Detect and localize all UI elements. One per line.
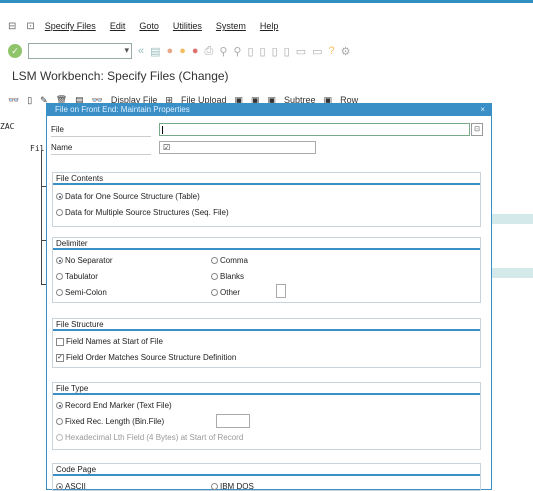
menu-help[interactable]: Help xyxy=(260,21,279,31)
radio-button[interactable] xyxy=(211,289,218,296)
radio-one-source-structure[interactable]: Data for One Source Structure (Table) xyxy=(56,192,200,201)
menu-system[interactable]: System xyxy=(216,21,246,31)
new-session-icon[interactable]: ▭ xyxy=(296,45,306,58)
settings-icon[interactable]: ⚙ xyxy=(341,45,351,58)
radio-button-selected[interactable] xyxy=(56,193,63,200)
window-top-border xyxy=(0,0,533,3)
radio-button[interactable] xyxy=(56,418,63,425)
screen-title: LSM Workbench: Specify Files (Change) xyxy=(12,69,229,83)
file-properties-dialog: File on Front End: Maintain Properties ×… xyxy=(46,103,492,491)
glasses-icon[interactable]: 👓 xyxy=(8,95,19,106)
radio-no-separator[interactable]: No Separator xyxy=(56,256,113,265)
enter-check-icon[interactable]: ✓ xyxy=(8,44,22,58)
save-icon[interactable]: ▤ xyxy=(150,45,160,58)
radio-button-disabled[interactable] xyxy=(56,434,63,441)
radio-button[interactable] xyxy=(56,209,63,216)
checkbox-field-names-at-start[interactable]: Field Names at Start of File xyxy=(56,337,163,346)
radio-blanks[interactable]: Blanks xyxy=(211,272,244,281)
radio-button[interactable] xyxy=(211,273,218,280)
standard-toolbar: ✓ ▾ « ▤ ● ● ● ⎙ ⚲ ⚲ ▯ ▯ ▯ ▯ ▭ ▭ ? ⚙ xyxy=(0,40,533,62)
name-label: Name xyxy=(51,141,151,155)
checkbox-checked[interactable]: ✓ xyxy=(56,353,64,362)
radio-multiple-source-structures[interactable]: Data for Multiple Source Structures (Seq… xyxy=(56,208,229,217)
radio-button[interactable] xyxy=(211,483,218,490)
file-structure-header: File Structure xyxy=(53,319,480,331)
back-double-arrow-icon[interactable]: « xyxy=(138,45,144,57)
file-type-header: File Type xyxy=(53,383,480,395)
cancel-icon[interactable]: ● xyxy=(192,45,199,57)
help-icon[interactable]: ? xyxy=(329,45,335,57)
chevron-down-icon: ▾ xyxy=(124,45,129,55)
next-page-icon[interactable]: ▯ xyxy=(272,45,278,58)
file-browse-icon[interactable]: ⊡ xyxy=(471,123,483,136)
name-field-row: Name xyxy=(51,141,151,155)
delimiter-group: Delimiter xyxy=(52,237,481,303)
radio-other[interactable]: Other xyxy=(211,288,240,297)
dialog-titlebar: File on Front End: Maintain Properties × xyxy=(47,104,491,116)
delimiter-header: Delimiter xyxy=(53,238,480,250)
radio-button-selected[interactable] xyxy=(56,483,63,490)
background-tree-root: ZAC xyxy=(0,122,15,131)
exit-circle-icon[interactable]: ● xyxy=(179,45,186,57)
file-label: File xyxy=(51,123,151,137)
find-icon[interactable]: ⚲ xyxy=(219,45,227,58)
close-icon[interactable]: × xyxy=(480,104,485,116)
other-delimiter-input[interactable] xyxy=(276,284,286,298)
dialog-title: File on Front End: Maintain Properties xyxy=(55,105,190,114)
previous-page-icon[interactable]: ▯ xyxy=(260,45,266,58)
menu-edit[interactable]: Edit xyxy=(110,21,126,31)
checkbox-field-order-matches[interactable]: ✓ Field Order Matches Source Structure De… xyxy=(56,353,236,362)
find-next-icon[interactable]: ⚲ xyxy=(233,45,241,58)
menu-goto[interactable]: Goto xyxy=(139,21,159,31)
menu-specify-files[interactable]: Specify Files xyxy=(45,21,96,31)
radio-hexadecimal-length[interactable]: Hexadecimal Lth Field (4 Bytes) at Start… xyxy=(56,433,243,442)
radio-tabulator[interactable]: Tabulator xyxy=(56,272,98,281)
new-document-icon[interactable]: ▯ xyxy=(27,95,32,106)
radio-button-selected[interactable] xyxy=(56,402,63,409)
exit-icon[interactable]: ⊟ xyxy=(8,21,16,32)
file-contents-header: File Contents xyxy=(53,173,480,185)
file-input[interactable] xyxy=(159,123,470,136)
radio-button[interactable] xyxy=(56,273,63,280)
radio-fixed-rec-length[interactable]: Fixed Rec. Length (Bin.File) xyxy=(56,417,164,426)
radio-record-end-marker[interactable]: Record End Marker (Text File) xyxy=(56,401,172,410)
file-field-row: File xyxy=(51,123,151,137)
radio-semi-colon[interactable]: Semi-Colon xyxy=(56,288,107,297)
command-field[interactable]: ▾ xyxy=(28,43,132,59)
last-page-icon[interactable]: ▯ xyxy=(284,45,290,58)
back-icon[interactable]: ● xyxy=(167,45,174,57)
menu-icon[interactable]: ⊡ xyxy=(26,21,34,32)
menu-bar: ⊟ ⊡ Specify Files Edit Goto Utilities Sy… xyxy=(0,16,533,36)
radio-button[interactable] xyxy=(211,257,218,264)
tree-connector xyxy=(41,150,42,284)
background-tree-node: Fil xyxy=(30,144,45,153)
name-input[interactable]: ☑ xyxy=(159,141,316,154)
radio-button[interactable] xyxy=(56,289,63,296)
radio-comma[interactable]: Comma xyxy=(211,256,248,265)
shortcut-icon[interactable]: ▭ xyxy=(312,45,322,58)
first-page-icon[interactable]: ▯ xyxy=(247,45,253,58)
code-page-header: Code Page xyxy=(53,464,480,476)
radio-button-selected[interactable] xyxy=(56,257,63,264)
fixed-length-input[interactable] xyxy=(216,414,250,428)
print-icon[interactable]: ⎙ xyxy=(205,45,214,58)
checkbox[interactable] xyxy=(56,337,64,346)
code-page-group: Code Page xyxy=(52,463,481,491)
menu-utilities[interactable]: Utilities xyxy=(173,21,202,31)
